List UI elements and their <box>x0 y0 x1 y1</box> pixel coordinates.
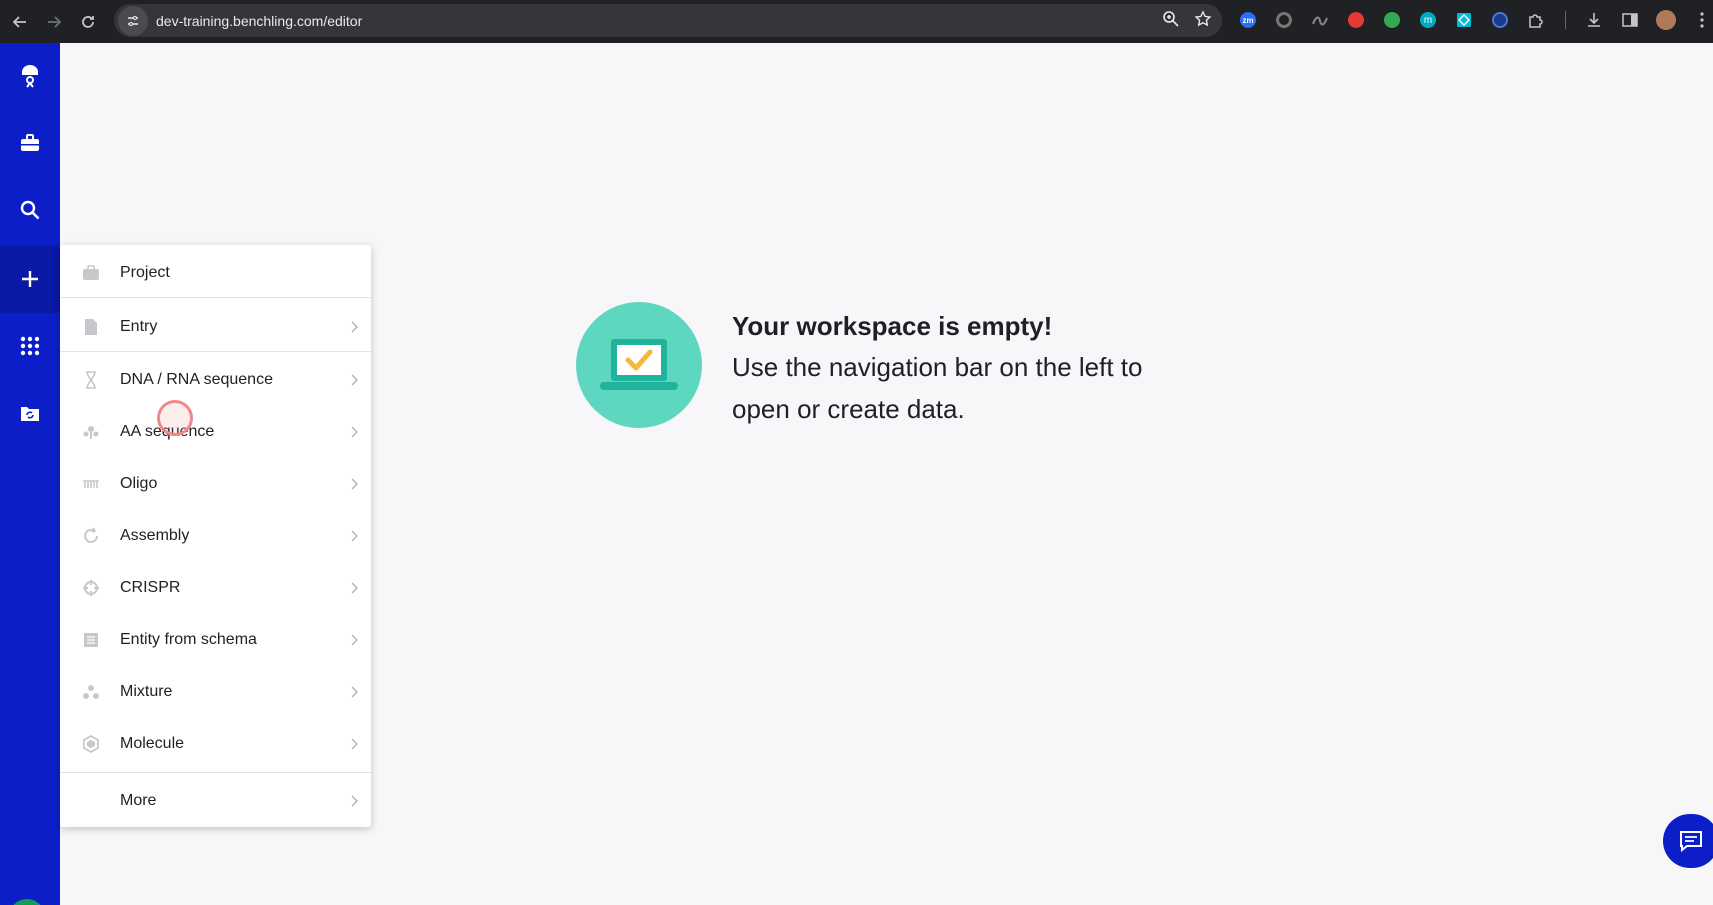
menu-item-label: Molecule <box>120 735 185 752</box>
menu-item-dna-rna-sequence[interactable]: DNA / RNA sequence <box>60 354 371 406</box>
chevron-right-icon <box>351 321 358 333</box>
browser-menu-icon[interactable] <box>1690 8 1713 32</box>
user-avatar[interactable]: BS <box>9 899 45 905</box>
chat-icon <box>1680 831 1702 852</box>
click-indicator <box>157 400 193 436</box>
forward-icon[interactable] <box>40 8 68 36</box>
address-bar[interactable]: dev-training.benchling.com/editor <box>114 4 1222 37</box>
benchling-logo-icon[interactable] <box>0 43 60 109</box>
molecule-icon <box>82 735 100 753</box>
menu-item-label: Project <box>120 264 170 281</box>
green-ext-icon[interactable] <box>1380 8 1404 32</box>
chat-support-button[interactable] <box>1663 814 1713 868</box>
chevron-right-icon <box>351 686 358 698</box>
toolbar-divider <box>1560 8 1570 32</box>
menu-item-assembly[interactable]: Assembly <box>60 510 371 562</box>
menu-item-entry[interactable]: Entry <box>60 301 371 353</box>
chevron-right-icon <box>351 795 358 807</box>
empty-subtitle: Use the navigation bar on the left to op… <box>732 352 1143 424</box>
app-sidebar: BS <box>0 43 60 905</box>
menu-item-oligo[interactable]: Oligo <box>60 458 371 510</box>
blue-ext-icon[interactable] <box>1488 8 1512 32</box>
chevron-right-icon <box>351 530 358 542</box>
menu-item-label: Oligo <box>120 475 158 492</box>
crispr-icon <box>82 579 100 597</box>
menu-item-crispr[interactable]: CRISPR <box>60 562 371 614</box>
empty-workspace: Your workspace is empty! Use the navigat… <box>576 302 1192 430</box>
menu-item-entity-from-schema[interactable]: Entity from schema <box>60 614 371 666</box>
chevron-right-icon <box>351 634 358 646</box>
briefcase-icon <box>82 264 100 282</box>
menu-item-label: More <box>120 792 157 809</box>
assembly-icon <box>82 527 100 545</box>
projects-briefcase-icon[interactable] <box>0 110 60 176</box>
menu-divider <box>60 297 371 298</box>
menu-item-more[interactable]: More <box>60 775 371 827</box>
diamond-ext-icon[interactable] <box>1452 8 1476 32</box>
reload-icon[interactable] <box>74 8 102 36</box>
menu-item-mixture[interactable]: Mixture <box>60 666 371 718</box>
chevron-right-icon <box>351 426 358 438</box>
search-icon[interactable] <box>0 177 60 243</box>
folder-sync-icon[interactable] <box>0 380 60 446</box>
menu-item-project[interactable]: Project <box>60 247 371 299</box>
zoom-ext-icon[interactable]: zm <box>1236 8 1260 32</box>
browser-toolbar: dev-training.benchling.com/editor zm m <box>0 0 1713 43</box>
puzzle-extensions-icon[interactable] <box>1524 8 1548 32</box>
menu-item-label: DNA / RNA sequence <box>120 371 273 388</box>
menu-item-label: Entity from schema <box>120 631 257 648</box>
bookmark-star-icon[interactable] <box>1194 10 1212 33</box>
profile-avatar-icon[interactable] <box>1654 8 1678 32</box>
create-plus-icon[interactable] <box>0 245 60 313</box>
protein-icon <box>82 423 100 441</box>
download-icon[interactable] <box>1582 8 1606 32</box>
create-menu: Project Entry DNA / RNA sequence AA sequ… <box>60 245 371 827</box>
stop-ext-icon[interactable] <box>1344 8 1368 32</box>
menu-divider <box>60 351 371 352</box>
menu-divider <box>60 772 371 773</box>
zoom-icon[interactable] <box>1162 10 1180 33</box>
empty-title: Your workspace is empty! <box>732 311 1053 341</box>
chevron-right-icon <box>351 738 358 750</box>
dna-icon <box>82 371 100 389</box>
menu-item-label: Assembly <box>120 527 190 544</box>
back-icon[interactable] <box>6 8 34 36</box>
extensions-bar: zm m <box>1236 8 1713 32</box>
wave-ext-icon[interactable] <box>1308 8 1332 32</box>
oligo-icon <box>82 475 100 493</box>
m-ext-icon[interactable]: m <box>1416 8 1440 32</box>
menu-item-molecule[interactable]: Molecule <box>60 718 371 770</box>
circle-ext-icon[interactable] <box>1272 8 1296 32</box>
schema-icon <box>82 631 100 649</box>
site-settings-icon[interactable] <box>118 5 148 36</box>
menu-item-label: Entry <box>120 318 158 335</box>
chevron-right-icon <box>351 582 358 594</box>
chevron-right-icon <box>351 478 358 490</box>
side-panel-icon[interactable] <box>1618 8 1642 32</box>
laptop-check-icon <box>576 302 702 428</box>
url-text: dev-training.benchling.com/editor <box>156 12 363 29</box>
apps-grid-icon[interactable] <box>0 313 60 379</box>
menu-item-label: CRISPR <box>120 579 181 596</box>
document-icon <box>82 318 100 336</box>
mixture-icon <box>82 683 100 701</box>
menu-item-label: Mixture <box>120 683 173 700</box>
chevron-right-icon <box>351 374 358 386</box>
menu-item-aa-sequence[interactable]: AA sequence <box>60 406 371 458</box>
